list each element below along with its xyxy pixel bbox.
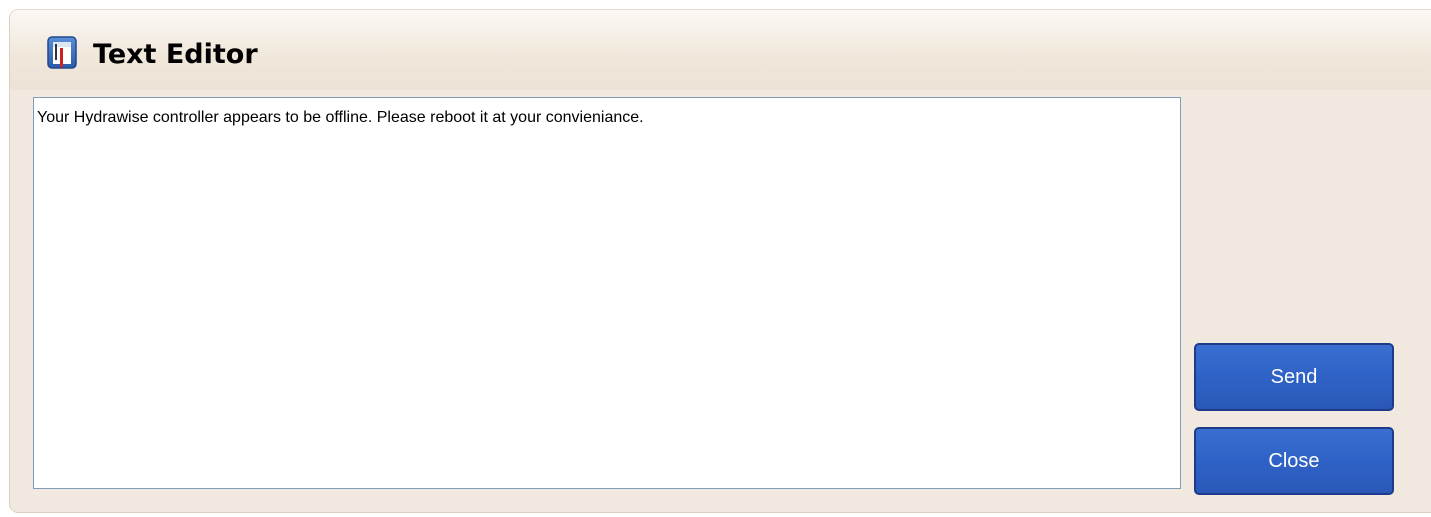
close-button[interactable]: Close — [1194, 427, 1394, 495]
text-editor-app-icon — [47, 36, 77, 70]
message-text-area[interactable]: Your Hydrawise controller appears to be … — [33, 97, 1181, 489]
title-bar: Text Editor — [10, 10, 1431, 90]
window-title: Text Editor — [93, 39, 258, 70]
send-button[interactable]: Send — [1194, 343, 1394, 411]
